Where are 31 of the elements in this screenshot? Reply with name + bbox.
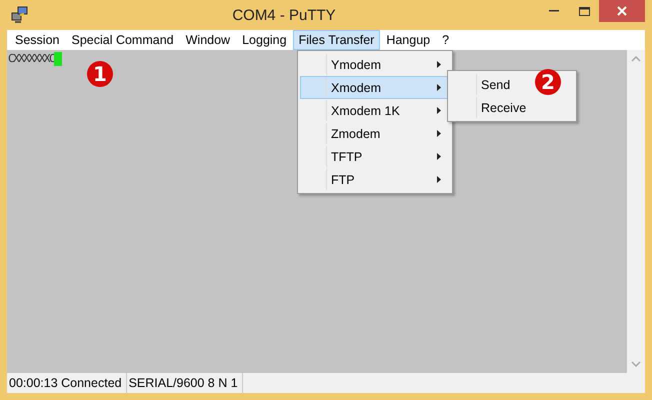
submenu-arrow-icon: [437, 176, 441, 183]
submenu-arrow-icon: [437, 107, 441, 114]
submenu-arrow-icon: [437, 153, 441, 160]
status-text: 00:00:13 Connected: [7, 373, 127, 393]
menu-option[interactable]: FTP: [300, 168, 450, 191]
close-icon[interactable]: [617, 6, 627, 16]
menu-option[interactable]: Xmodem: [300, 76, 450, 99]
menu-option[interactable]: Zmodem: [300, 122, 450, 145]
menu-item[interactable]: Session: [9, 30, 66, 50]
menu-option[interactable]: TFTP: [300, 145, 450, 168]
menu-item[interactable]: Logging: [236, 30, 293, 50]
menu-option[interactable]: Ymodem: [300, 53, 450, 76]
menu-item[interactable]: Files Transfer: [292, 30, 380, 50]
submenu-arrow-icon: [437, 130, 441, 137]
status-text: SERIAL/9600 8 N 1: [126, 373, 243, 393]
maximize-icon[interactable]: [578, 6, 590, 16]
close-button[interactable]: [599, 0, 645, 22]
terminal-cursor: [54, 52, 62, 66]
menu-item[interactable]: Window: [180, 30, 236, 50]
menu-option[interactable]: Receive: [450, 96, 574, 119]
menu-item[interactable]: ?: [436, 30, 456, 50]
menu-item[interactable]: Special Command: [65, 30, 180, 50]
computers-icon: [11, 6, 29, 24]
menu-item[interactable]: Hangup: [380, 30, 436, 50]
minimize-icon[interactable]: [549, 10, 559, 12]
submenu-arrow-icon: [437, 84, 441, 91]
menu-option[interactable]: Xmodem 1K: [300, 99, 450, 122]
submenu-arrow-icon: [437, 61, 441, 68]
window-title: COM4 - PuTTY: [231, 6, 337, 24]
terminal-text: CXXXXXXXC: [8, 52, 54, 65]
callout-number: 1: [87, 61, 113, 87]
